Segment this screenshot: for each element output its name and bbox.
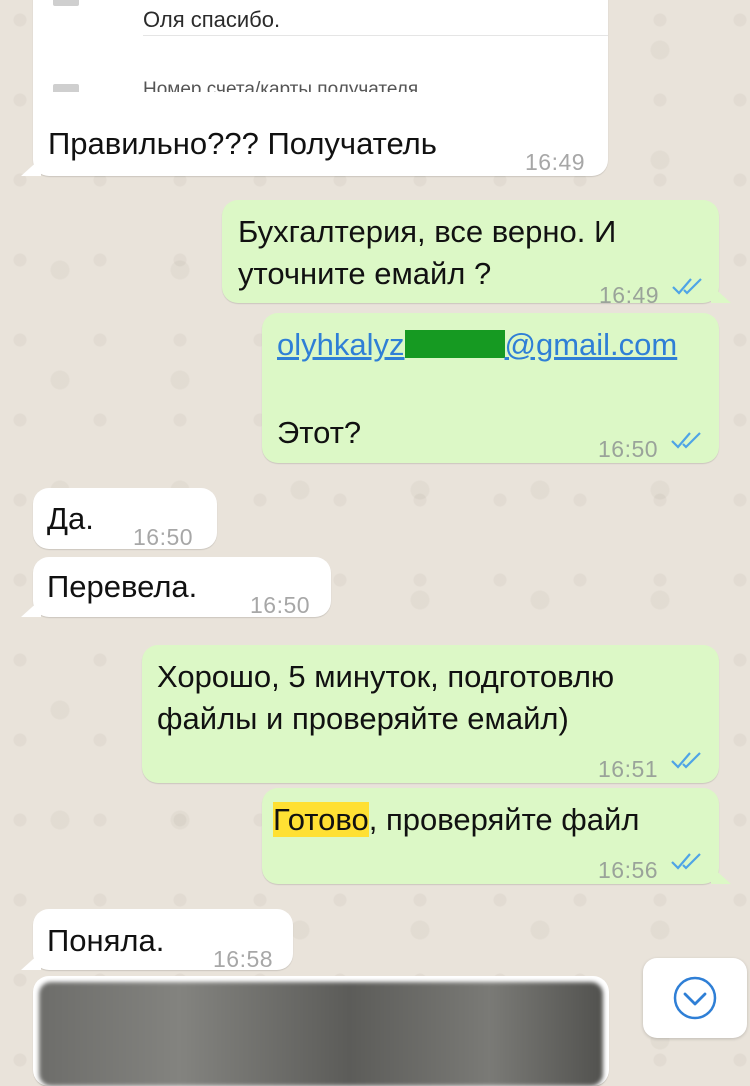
double-check-icon (671, 432, 701, 449)
message-text: Этот? (277, 415, 362, 450)
image-message[interactable] (33, 976, 609, 1086)
double-check-icon (672, 278, 702, 295)
message-text-line1: Хорошо, 5 минуток, подготовлю (157, 659, 615, 694)
message-text-line1: Бухгалтерия, все верно. И (238, 214, 617, 249)
message-time: 16:50 (598, 436, 659, 462)
chevron-down-circle-icon (673, 976, 717, 1020)
email-link[interactable]: olyhkalyz @gmail.com (277, 323, 677, 367)
message-time: 16:50 (133, 524, 194, 550)
redaction-block (404, 330, 505, 358)
message-time: 16:49 (525, 149, 586, 175)
message-text: Правильно??? Получатель (48, 126, 437, 161)
double-check-icon (671, 752, 701, 769)
quote-marker (53, 0, 79, 6)
double-check-icon (671, 853, 701, 870)
message-time: 16:51 (598, 756, 659, 782)
message-text: Готово, проверяйте файл (273, 798, 639, 842)
quoted-reply[interactable]: Оля спасибо. Номер счета/карты получател… (33, 0, 608, 92)
quoted-text-2: Номер счета/карты получателя (143, 79, 419, 92)
message-outgoing[interactable]: olyhkalyz @gmail.com Этот? 16:50 (262, 313, 719, 463)
message-incoming[interactable]: Перевела. 16:50 (21, 557, 331, 618)
scroll-to-bottom-button[interactable] (643, 958, 747, 1038)
message-text: Да. (47, 501, 94, 536)
message-incoming[interactable]: Да. 16:50 (33, 488, 217, 550)
message-outgoing[interactable]: Хорошо, 5 минуток, подготовлю файлы и пр… (142, 645, 719, 783)
message-text-line2: уточните емайл ? (238, 256, 492, 291)
message-time: 16:58 (213, 946, 274, 972)
link-text-end: @gmail.com (504, 327, 678, 362)
quote-divider (143, 35, 608, 36)
message-time: 16:49 (599, 282, 660, 308)
link-text-start: olyhkaly (277, 327, 389, 362)
message-time: 16:50 (250, 592, 311, 618)
message-text: Перевела. (47, 569, 198, 604)
highlighted-word: Готово (273, 802, 369, 837)
image-thumbnail (39, 982, 603, 1086)
message-text: Поняла. (47, 923, 165, 958)
message-time: 16:56 (598, 857, 659, 883)
message-text-line2: файлы и проверяйте емайл) (157, 701, 569, 736)
message-text-rest: , проверяйте файл (368, 802, 640, 837)
message-incoming[interactable]: Оля спасибо. Номер счета/карты получател… (21, 0, 608, 176)
message-outgoing[interactable]: Бухгалтерия, все верно. И уточните емайл… (222, 200, 731, 308)
message-incoming[interactable]: Поняла. 16:58 (21, 909, 293, 972)
message-outgoing[interactable]: Готово, проверяйте файл 16:56 (262, 788, 731, 884)
quote-marker (53, 84, 79, 92)
